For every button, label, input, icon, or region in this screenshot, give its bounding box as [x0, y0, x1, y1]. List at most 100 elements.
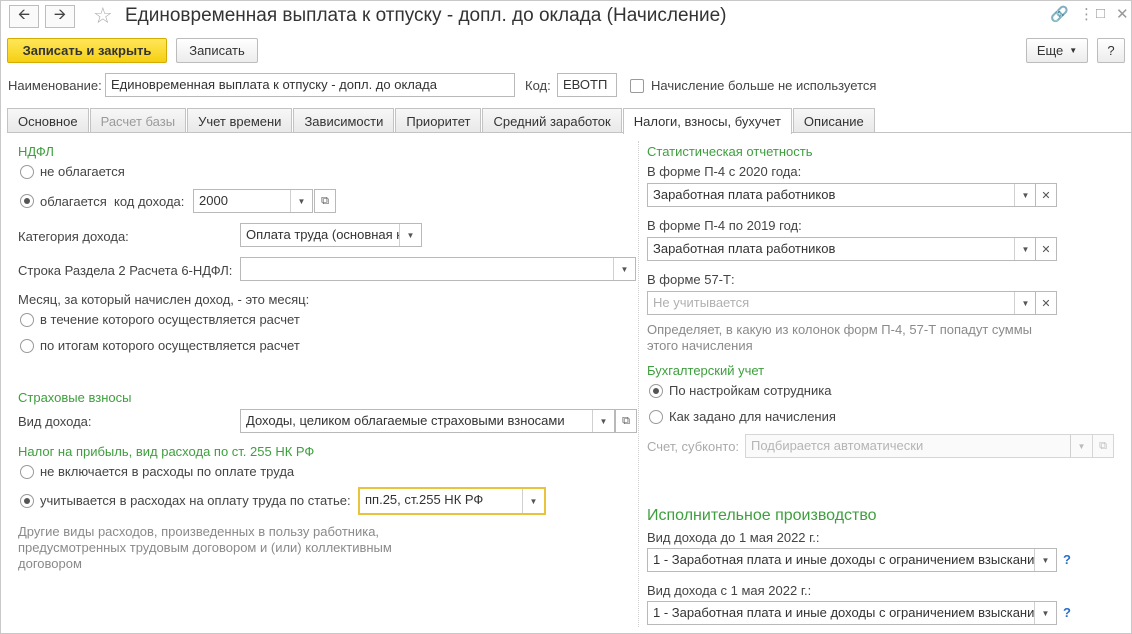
article-select[interactable]: пп.25, ст.255 НК РФ ▼	[358, 487, 546, 515]
more-label: Еще	[1036, 43, 1064, 58]
name-input[interactable]: Единовременная выплата к отпуску - допл.…	[105, 73, 515, 97]
before-value: 1 - Заработная плата и иные доходы с огр…	[653, 552, 1035, 567]
account-placeholder: Подбирается автоматически	[751, 438, 924, 453]
article-value: пп.25, ст.255 НК РФ	[365, 492, 484, 507]
p4-2020-label: В форме П-4 с 2020 года:	[647, 164, 802, 179]
chevron-down-icon[interactable]: ▼	[290, 190, 312, 212]
f57t-label: В форме 57-Т:	[647, 272, 735, 287]
month-label: Месяц, за который начислен доход, - это …	[18, 292, 310, 307]
acc-as-set-radio[interactable]	[649, 410, 663, 424]
included-radio[interactable]	[20, 494, 34, 508]
not-included-radio[interactable]	[20, 465, 34, 479]
name-label: Наименование:	[8, 78, 102, 93]
clear-icon[interactable]: ✕	[1035, 237, 1057, 261]
unused-label: Начисление больше не используется	[651, 78, 877, 93]
code-label: Код:	[525, 78, 551, 93]
chevron-down-icon[interactable]: ▼	[1014, 238, 1036, 260]
row-6ndfl-select[interactable]: ▼	[240, 257, 636, 281]
chevron-down-icon[interactable]: ▼	[1034, 549, 1056, 571]
save-button[interactable]: Записать	[176, 38, 258, 63]
income-kind-label: Вид дохода:	[18, 414, 92, 429]
before-label: Вид дохода до 1 мая 2022 г.:	[647, 530, 820, 545]
ndfl-section-title: НДФЛ	[18, 144, 54, 159]
tab-underline	[7, 132, 1131, 133]
stat-note: Определяет, в какую из колонок форм П-4,…	[647, 322, 1033, 353]
after-label: Вид дохода с 1 мая 2022 г.:	[647, 583, 812, 598]
income-kind-value: Доходы, целиком облагаемые страховыми вз…	[246, 413, 565, 428]
tab-7[interactable]: Описание	[792, 108, 875, 133]
account-select: Подбирается автоматически ▼	[745, 434, 1093, 458]
forward-button[interactable]: 🡪	[45, 5, 75, 28]
open-form-icon[interactable]: ⧉	[314, 189, 336, 213]
after-select[interactable]: 1 - Заработная плата и иные доходы с огр…	[647, 601, 1057, 625]
income-code-input[interactable]: 2000 ▼	[193, 189, 313, 213]
tab-3[interactable]: Зависимости	[293, 108, 395, 133]
chevron-down-icon[interactable]: ▼	[522, 489, 544, 513]
more-button[interactable]: Еще ▼	[1026, 38, 1088, 63]
favorite-star-icon[interactable]: ☆	[93, 3, 113, 29]
insurance-section-title: Страховые взносы	[18, 390, 132, 405]
taxed-radio[interactable]	[20, 194, 34, 208]
f57t-placeholder: Не учитывается	[653, 295, 750, 310]
income-category-label: Категория дохода:	[18, 229, 129, 244]
acc-by-employee-label: По настройкам сотрудника	[669, 383, 832, 398]
tab-5[interactable]: Средний заработок	[482, 108, 622, 133]
back-button[interactable]: 🡨	[9, 5, 39, 28]
help-icon[interactable]: ?	[1063, 552, 1071, 567]
open-form-icon[interactable]: ⧉	[615, 409, 637, 433]
chevron-down-icon[interactable]: ▼	[613, 258, 635, 280]
after-value: 1 - Заработная плата и иные доходы с огр…	[653, 605, 1035, 620]
p4-2020-select[interactable]: Заработная плата работников ▼	[647, 183, 1037, 207]
income-category-select[interactable]: Оплата труда (основная н ▼	[240, 223, 422, 247]
arrow-left-icon: 🡨	[17, 6, 31, 23]
not-taxed-radio[interactable]	[20, 165, 34, 179]
document-window: 🡨 🡪 ☆ Единовременная выплата к отпуску -…	[0, 0, 1132, 634]
unused-checkbox[interactable]	[630, 79, 644, 93]
help-button[interactable]: ?	[1097, 38, 1125, 63]
chevron-down-icon[interactable]: ▼	[1034, 602, 1056, 624]
clear-icon[interactable]: ✕	[1035, 291, 1057, 315]
chevron-down-icon: ▼	[1069, 46, 1078, 55]
profit-tax-section-title: Налог на прибыль, вид расхода по ст. 255…	[18, 444, 315, 459]
kebab-menu-icon[interactable]: ⋮	[1079, 5, 1094, 23]
tab-0[interactable]: Основное	[7, 108, 89, 133]
maximize-icon[interactable]: □	[1096, 5, 1105, 22]
expense-note: Другие виды расходов, произведенных в по…	[18, 524, 392, 571]
chevron-down-icon: ▼	[1070, 435, 1092, 457]
row-6ndfl-label: Строка Раздела 2 Расчета 6-НДФЛ:	[18, 263, 233, 278]
included-label: учитывается в расходах на оплату труда п…	[40, 493, 351, 508]
income-kind-select[interactable]: Доходы, целиком облагаемые страховыми вз…	[240, 409, 615, 433]
column-divider	[638, 141, 639, 627]
f57t-select[interactable]: Не учитывается ▼	[647, 291, 1037, 315]
chevron-down-icon[interactable]: ▼	[1014, 184, 1036, 206]
before-select[interactable]: 1 - Заработная плата и иные доходы с огр…	[647, 548, 1057, 572]
close-icon[interactable]: ✕	[1116, 5, 1129, 23]
link-icon[interactable]: 🔗	[1050, 5, 1069, 23]
tab-2[interactable]: Учет времени	[187, 108, 293, 133]
chevron-down-icon[interactable]: ▼	[592, 410, 614, 432]
p4-2019-select[interactable]: Заработная плата работников ▼	[647, 237, 1037, 261]
income-code-value: 2000	[199, 193, 228, 208]
help-icon[interactable]: ?	[1063, 605, 1071, 620]
tab-4[interactable]: Приоритет	[395, 108, 482, 133]
month-result-radio[interactable]	[20, 339, 34, 353]
month-during-label: в течение которого осуществляется расчет	[40, 312, 300, 327]
income-category-value: Оплата труда (основная н	[246, 227, 404, 242]
p4-2019-value: Заработная плата работников	[653, 241, 836, 256]
acc-by-employee-radio[interactable]	[649, 384, 663, 398]
chevron-down-icon[interactable]: ▼	[399, 224, 421, 246]
month-during-radio[interactable]	[20, 313, 34, 327]
tab-6[interactable]: Налоги, взносы, бухучет	[622, 108, 792, 134]
acc-as-set-label: Как задано для начисления	[669, 409, 836, 424]
code-input[interactable]: ЕВОТП	[557, 73, 617, 97]
not-taxed-label: не облагается	[40, 164, 125, 179]
accounting-section-title: Бухгалтерский учет	[647, 363, 765, 378]
p4-2019-label: В форме П-4 по 2019 год:	[647, 218, 802, 233]
taxed-label: облагается	[40, 194, 107, 209]
chevron-down-icon[interactable]: ▼	[1014, 292, 1036, 314]
clear-icon[interactable]: ✕	[1035, 183, 1057, 207]
save-and-close-button[interactable]: Записать и закрыть	[7, 38, 167, 63]
open-form-icon: ⧉	[1092, 434, 1114, 458]
account-label: Счет, субконто:	[647, 439, 740, 454]
tab-1: Расчет базы	[89, 108, 187, 133]
